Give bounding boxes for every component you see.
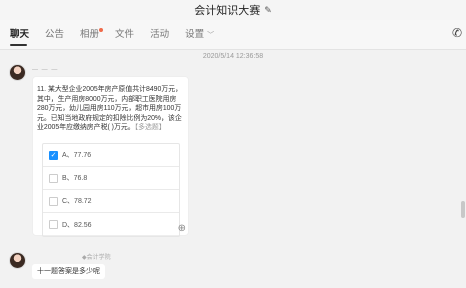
tab-settings[interactable]: 设置 ﹀ [177,20,222,50]
checkbox-icon[interactable] [49,173,58,183]
option-a[interactable]: ✓ A、77.76 [43,144,179,167]
tab-files[interactable]: 文件 [107,20,142,50]
message-timestamp: 2020/5/14 12:36:58 [202,53,264,60]
zoom-in-icon[interactable]: ⊕ [178,223,186,234]
scrollbar-thumb[interactable] [461,201,465,218]
chevron-down-icon: ﹀ [207,31,215,39]
badge-dot [99,27,104,32]
checkbox-checked-icon[interactable]: ✓ [49,150,58,160]
tab-bar: 聊天 公告 相册 文件 活动 设置 ﹀ [0,20,466,50]
checkbox-icon[interactable] [49,196,58,206]
question-type-tag: 【多选题】 [134,124,166,131]
edit-icon[interactable]: ✎ [264,5,272,16]
option-list: ✓ A、77.76 B、76.8 C、78.72 D、82.56 [42,143,180,237]
checkbox-icon[interactable] [49,220,58,229]
question-text: 11. 某大型企业2005年房产原值共计8490万元，其中，生产用房8000万元… [37,86,182,131]
message-bubble[interactable]: 十一题答案是多少呢 [32,264,105,279]
tab-chat[interactable]: 聊天 [0,20,37,50]
tab-album[interactable]: 相册 [72,20,107,50]
option-d[interactable]: D、82.56 [43,213,179,236]
source-label: ◆会计学院 [82,255,111,261]
phone-icon[interactable]: ✆ [452,26,462,40]
tab-announcement[interactable]: 公告 [37,20,72,50]
option-b[interactable]: B、76.8 [43,167,179,190]
group-title: 会计知识大赛 [194,5,261,17]
window-title-bar: 会计知识大赛 ✎ [0,0,466,20]
avatar[interactable] [9,252,26,269]
sender-name: — — — [32,67,59,73]
option-c[interactable]: C、78.72 [43,190,179,213]
avatar[interactable] [9,64,26,81]
tab-activities[interactable]: 活动 [142,20,177,50]
question-card[interactable]: 11. 某大型企业2005年房产原值共计8490万元，其中，生产用房8000万元… [32,76,189,237]
